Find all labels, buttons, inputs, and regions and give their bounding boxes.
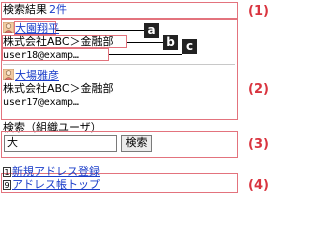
callout-a-leader	[56, 30, 144, 31]
result-org: 株式会社ABC＞金融部	[3, 35, 114, 48]
search-input[interactable]: 大	[4, 135, 117, 152]
access-key-1: 1	[3, 167, 11, 177]
user-icon	[3, 69, 14, 80]
callout-b-leader	[127, 42, 163, 43]
user-icon	[3, 22, 14, 33]
link-address-top[interactable]: 9 アドレス帳トップ	[3, 178, 100, 191]
callout-c: c	[182, 39, 197, 54]
section-number-2: (2)	[248, 82, 269, 97]
results-header: 検索結果 2件	[3, 3, 67, 17]
result-email: user17@examp…	[3, 97, 79, 108]
link-address-top-label[interactable]: アドレス帳トップ	[12, 178, 100, 191]
results-count: 2件	[49, 3, 67, 16]
section-number-1: (1)	[248, 4, 269, 19]
search-button[interactable]: 検索	[121, 135, 152, 152]
result-name-link[interactable]: 大場雅彦	[15, 69, 59, 82]
link-new-address[interactable]: 1 新規アドレス登録	[3, 165, 100, 178]
result-divider	[3, 64, 235, 65]
access-key-9: 9	[3, 180, 11, 190]
result-org: 株式会社ABC＞金融部	[3, 82, 114, 95]
section-number-4: (4)	[248, 178, 269, 193]
results-label: 検索結果	[3, 3, 47, 16]
section-number-3: (3)	[248, 137, 269, 152]
callout-a: a	[144, 23, 159, 38]
callout-b: b	[163, 35, 178, 50]
result-email: user18@examp…	[3, 50, 79, 61]
link-new-address-label[interactable]: 新規アドレス登録	[12, 165, 100, 178]
callout-c-leader	[109, 54, 182, 55]
result-name-link[interactable]: 大園翔平	[15, 22, 59, 35]
